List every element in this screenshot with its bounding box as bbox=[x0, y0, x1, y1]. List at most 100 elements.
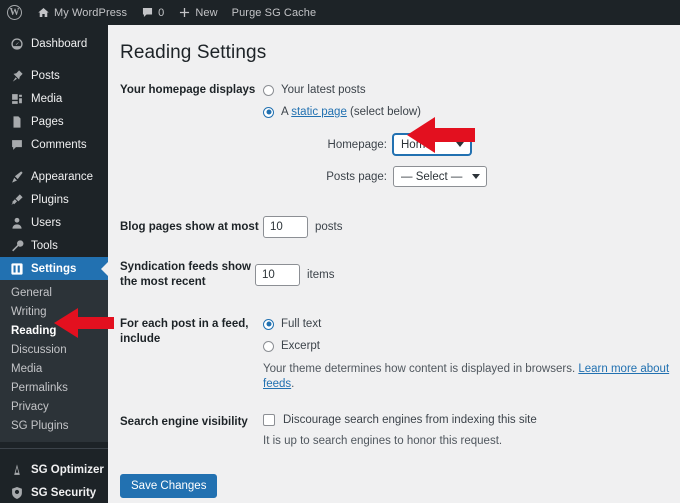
sidebar-item-media-settings[interactable]: Media bbox=[0, 360, 108, 379]
sidebar-item-writing[interactable]: Writing bbox=[0, 303, 108, 322]
radio-option-full-text[interactable]: Full text bbox=[263, 316, 680, 332]
form-row-search-visibility: Search engine visibility Discourage sear… bbox=[108, 414, 680, 449]
static-page-link[interactable]: static page bbox=[291, 106, 347, 118]
sidebar-item-label: Posts bbox=[31, 69, 60, 82]
sidebar-item-comments[interactable]: Comments bbox=[0, 133, 108, 156]
sidebar-item-dashboard[interactable]: Dashboard bbox=[0, 32, 108, 55]
sidebar-main-items: Dashboard Posts Media Pages Comments App… bbox=[0, 25, 108, 280]
radio-full-text-label: Full text bbox=[281, 318, 322, 330]
sidebar-item-privacy[interactable]: Privacy bbox=[0, 398, 108, 417]
radio-static-page[interactable] bbox=[263, 106, 274, 118]
discourage-search-engines-checkbox[interactable] bbox=[263, 414, 275, 426]
purge-sg-cache-menu[interactable]: Purge SG Cache bbox=[225, 0, 324, 25]
homepage-select-row: Homepage: Home bbox=[263, 134, 680, 155]
sidebar-item-settings[interactable]: Settings bbox=[0, 257, 108, 280]
plus-icon bbox=[178, 6, 191, 19]
syndication-feeds-label: Syndication feeds show the most recent bbox=[120, 261, 251, 288]
homepage-select[interactable]: Home bbox=[393, 134, 471, 155]
syndication-feeds-field: 10 items bbox=[255, 259, 680, 286]
form-row-blog-pages: Blog pages show at most 10 posts bbox=[108, 216, 680, 238]
static-page-suffix: (select below) bbox=[346, 106, 421, 118]
search-visibility-field: Discourage search engines from indexing … bbox=[263, 414, 680, 449]
feed-include-label: For each post in a feed, include bbox=[120, 318, 249, 345]
blog-pages-field: 10 posts bbox=[263, 216, 680, 238]
sidebar-item-label: Appearance bbox=[31, 170, 94, 183]
main-content: Reading Settings Your homepage displays … bbox=[108, 25, 680, 503]
user-icon bbox=[9, 215, 24, 230]
radio-full-text[interactable] bbox=[263, 318, 274, 330]
wordpress-logo-menu[interactable]: W bbox=[0, 0, 30, 25]
purge-sg-cache-label: Purge SG Cache bbox=[231, 6, 317, 19]
site-name-menu[interactable]: My WordPress bbox=[30, 0, 134, 25]
blog-pages-input[interactable]: 10 bbox=[263, 216, 308, 238]
sidebar-item-posts[interactable]: Posts bbox=[0, 64, 108, 87]
search-visibility-description: It is up to search engines to honor this… bbox=[263, 435, 503, 447]
admin-bar: W My WordPress 0 New Purge SG Cache bbox=[0, 0, 680, 25]
sidebar-item-general[interactable]: General bbox=[0, 284, 108, 303]
new-content-menu[interactable]: New bbox=[171, 0, 224, 25]
home-icon bbox=[37, 6, 50, 19]
blog-pages-label: Blog pages show at most bbox=[120, 221, 259, 233]
dashboard-icon bbox=[9, 36, 24, 51]
admin-sidebar-menu: Dashboard Posts Media Pages Comments App… bbox=[0, 25, 108, 503]
page-title: Reading Settings bbox=[120, 42, 267, 63]
sidebar-item-pages[interactable]: Pages bbox=[0, 110, 108, 133]
form-row-syndication-feeds: Syndication feeds show the most recent 1… bbox=[108, 259, 680, 290]
syndication-feeds-input[interactable]: 10 bbox=[255, 264, 300, 286]
checkbox-option-discourage[interactable]: Discourage search engines from indexing … bbox=[263, 414, 680, 426]
sidebar-item-users[interactable]: Users bbox=[0, 211, 108, 234]
sidebar-item-label: Plugins bbox=[31, 193, 69, 206]
sidebar-item-label: SG Security bbox=[31, 486, 97, 499]
brush-icon bbox=[9, 169, 24, 184]
sidebar-item-sg-plugins[interactable]: SG Plugins bbox=[0, 417, 108, 436]
save-changes-button[interactable]: Save Changes bbox=[120, 474, 218, 498]
sidebar-item-media[interactable]: Media bbox=[0, 87, 108, 110]
sg-optimizer-icon bbox=[9, 462, 24, 477]
static-page-prefix: A bbox=[281, 106, 292, 118]
sidebar-divider bbox=[0, 448, 108, 449]
radio-excerpt-label: Excerpt bbox=[281, 340, 320, 352]
sidebar-item-discussion[interactable]: Discussion bbox=[0, 341, 108, 360]
radio-option-static-page[interactable]: A static page (select below) bbox=[263, 104, 680, 120]
feed-description-prefix: Your theme determines how content is dis… bbox=[263, 363, 579, 375]
site-name-label: My WordPress bbox=[54, 6, 128, 19]
sidebar-item-plugins[interactable]: Plugins bbox=[0, 188, 108, 211]
wordpress-admin-screen: W My WordPress 0 New Purge SG Cache Dash… bbox=[0, 0, 680, 503]
posts-page-select-value: — Select — bbox=[401, 170, 463, 183]
feed-include-description: Your theme determines how content is dis… bbox=[263, 362, 680, 392]
sidebar-item-label: Tools bbox=[31, 239, 58, 252]
radio-option-excerpt[interactable]: Excerpt bbox=[263, 338, 680, 354]
settings-submenu: General Writing Reading Discussion Media… bbox=[0, 280, 108, 442]
sidebar-item-label: SG Optimizer bbox=[31, 463, 104, 476]
sidebar-item-sg-security[interactable]: SG Security bbox=[0, 481, 108, 503]
radio-static-page-label: A static page (select below) bbox=[281, 106, 421, 118]
sidebar-item-label: Pages bbox=[31, 115, 64, 128]
posts-page-select[interactable]: — Select — bbox=[393, 166, 488, 187]
new-content-label: New bbox=[195, 6, 218, 19]
radio-excerpt[interactable] bbox=[263, 340, 274, 352]
sidebar-item-permalinks[interactable]: Permalinks bbox=[0, 379, 108, 398]
sidebar-item-label: Media bbox=[31, 92, 63, 105]
posts-page-select-row: Posts page: — Select — bbox=[263, 166, 680, 187]
sidebar-item-label: Dashboard bbox=[31, 37, 88, 50]
sidebar-item-sg-optimizer[interactable]: SG Optimizer bbox=[0, 458, 108, 481]
form-row-feed-include: For each post in a feed, include Full te… bbox=[108, 316, 680, 392]
form-submit-row: Save Changes bbox=[108, 474, 680, 498]
sidebar-item-label: Comments bbox=[31, 138, 87, 151]
comment-icon bbox=[9, 137, 24, 152]
radio-latest-posts[interactable] bbox=[263, 84, 274, 96]
sg-security-icon bbox=[9, 485, 24, 500]
sidebar-item-reading[interactable]: Reading bbox=[0, 322, 108, 341]
media-icon bbox=[9, 91, 24, 106]
syndication-feeds-unit: items bbox=[307, 269, 335, 281]
search-visibility-label: Search engine visibility bbox=[120, 416, 248, 428]
feed-include-field: Full text Excerpt Your theme determines … bbox=[263, 316, 680, 392]
sidebar-item-appearance[interactable]: Appearance bbox=[0, 165, 108, 188]
radio-option-latest-posts[interactable]: Your latest posts bbox=[263, 82, 680, 98]
pages-icon bbox=[9, 114, 24, 129]
sidebar-item-tools[interactable]: Tools bbox=[0, 234, 108, 257]
comments-menu[interactable]: 0 bbox=[134, 0, 171, 25]
wordpress-logo-icon: W bbox=[7, 5, 22, 20]
homepage-select-label: Homepage: bbox=[327, 138, 387, 151]
